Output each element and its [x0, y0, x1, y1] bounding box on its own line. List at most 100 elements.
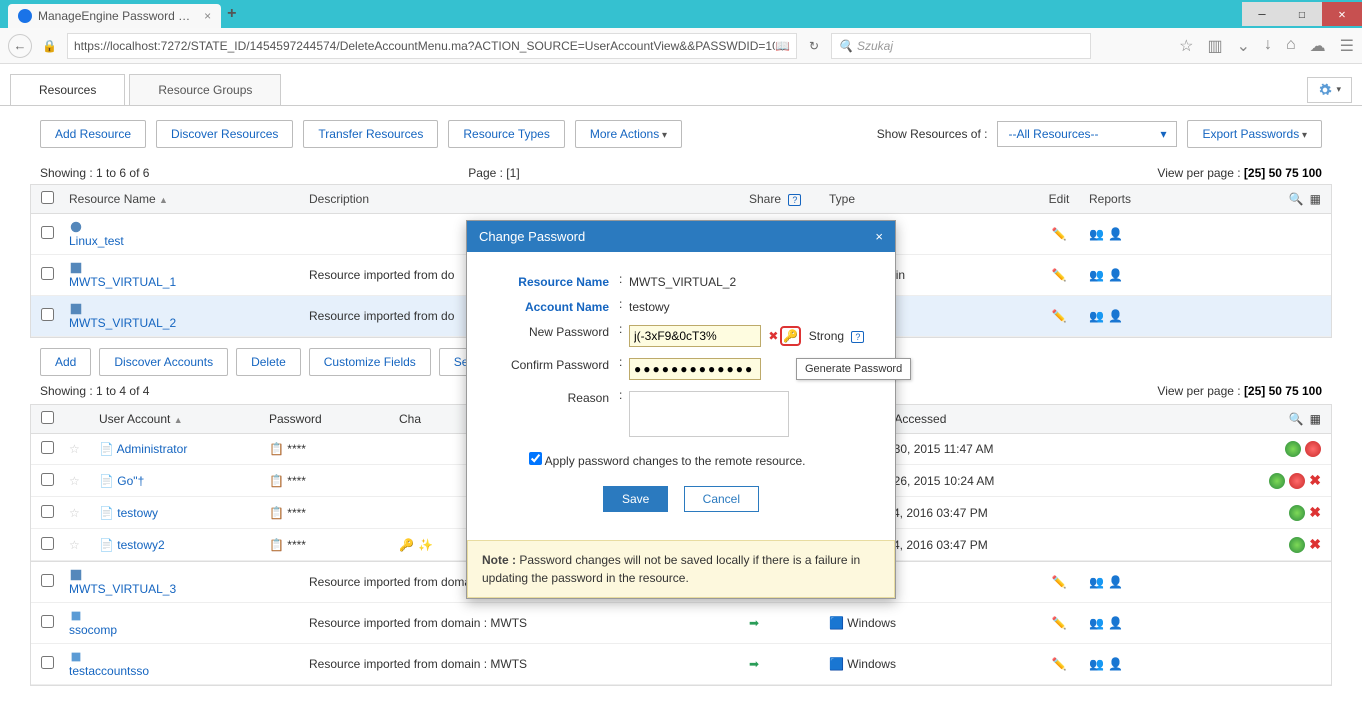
- discover-resources-button[interactable]: Discover Resources: [156, 120, 293, 148]
- col-edit[interactable]: Edit: [1029, 192, 1089, 206]
- save-button[interactable]: Save: [603, 486, 668, 512]
- modal-close-icon[interactable]: ×: [875, 229, 883, 244]
- new-password-input[interactable]: [629, 325, 761, 347]
- edit-icon[interactable]: ✏️: [1052, 268, 1067, 282]
- reason-textarea[interactable]: [629, 391, 789, 437]
- chat-icon[interactable]: ☁: [1310, 36, 1326, 56]
- resource-link[interactable]: MWTS_VIRTUAL_3: [69, 582, 176, 596]
- new-tab-button[interactable]: +: [227, 5, 236, 23]
- report-user-icon[interactable]: 👤: [1108, 575, 1123, 589]
- copy-icon[interactable]: 📋: [269, 442, 284, 456]
- report-user-icon[interactable]: 👤: [1108, 616, 1123, 630]
- col-last-accessed[interactable]: Last Accessed: [869, 412, 1099, 426]
- confirm-password-input[interactable]: [629, 358, 761, 380]
- edit-icon[interactable]: ✏️: [1052, 227, 1067, 241]
- home-icon[interactable]: ⌂: [1286, 36, 1296, 56]
- add-button[interactable]: Add: [40, 348, 91, 376]
- download-icon[interactable]: ↓: [1264, 36, 1272, 56]
- back-button[interactable]: ←: [8, 34, 32, 58]
- window-close-button[interactable]: ✕: [1322, 2, 1362, 26]
- table-row[interactable]: testaccountsso Resource imported from do…: [31, 644, 1331, 685]
- tab-resources[interactable]: Resources: [10, 74, 125, 105]
- select-all-checkbox[interactable]: [41, 191, 54, 204]
- more-actions-button[interactable]: More Actions: [575, 120, 682, 148]
- tab-close-icon[interactable]: ×: [204, 9, 211, 23]
- share-icon[interactable]: ➡: [749, 616, 759, 630]
- report-user-icon[interactable]: 👤: [1108, 227, 1123, 241]
- report-user-icon[interactable]: 👤: [1108, 657, 1123, 671]
- copy-icon[interactable]: 📋: [269, 506, 284, 520]
- col-user-account[interactable]: User Account: [99, 412, 170, 426]
- row-checkbox[interactable]: [41, 226, 54, 239]
- col-password[interactable]: Password: [269, 412, 399, 426]
- edit-icon[interactable]: ✏️: [1052, 657, 1067, 671]
- report-users-icon[interactable]: 👥: [1089, 268, 1104, 282]
- col-type[interactable]: Type: [829, 192, 1029, 206]
- transfer-resources-button[interactable]: Transfer Resources: [303, 120, 438, 148]
- wand-icon[interactable]: ✨: [418, 538, 433, 552]
- resource-link[interactable]: testaccountsso: [69, 664, 149, 678]
- row-checkbox[interactable]: [41, 615, 54, 628]
- resource-types-button[interactable]: Resource Types: [448, 120, 565, 148]
- copy-icon[interactable]: 📋: [269, 474, 284, 488]
- share-icon[interactable]: ➡: [749, 657, 759, 671]
- edit-icon[interactable]: ✏️: [1052, 575, 1067, 589]
- resource-link[interactable]: Linux_test: [69, 234, 124, 248]
- table-row[interactable]: ssocomp Resource imported from domain : …: [31, 603, 1331, 644]
- delete-button[interactable]: Delete: [236, 348, 301, 376]
- pocket-icon[interactable]: ⌄: [1237, 36, 1250, 56]
- row-checkbox[interactable]: [41, 574, 54, 587]
- account-link[interactable]: Administrator: [117, 442, 188, 456]
- apply-remote-checkbox[interactable]: [529, 452, 542, 465]
- copy-icon[interactable]: 📋: [269, 538, 284, 552]
- settings-button[interactable]: ▾: [1307, 77, 1352, 103]
- favorite-icon[interactable]: ☆: [69, 538, 80, 552]
- browser-tab[interactable]: ManageEngine Password … ×: [8, 4, 221, 28]
- search-icon[interactable]: 🔍: [1289, 412, 1304, 426]
- favorite-icon[interactable]: ☆: [69, 506, 80, 520]
- account-link[interactable]: Go"†: [117, 474, 144, 488]
- col-share[interactable]: Share ?: [749, 192, 829, 206]
- report-users-icon[interactable]: 👥: [1089, 227, 1104, 241]
- menu-icon[interactable]: ☰: [1340, 36, 1354, 56]
- report-users-icon[interactable]: 👥: [1089, 657, 1104, 671]
- resource-link[interactable]: MWTS_VIRTUAL_1: [69, 275, 176, 289]
- url-field[interactable]: https://localhost:7272/STATE_ID/14545972…: [67, 33, 797, 59]
- row-checkbox[interactable]: [41, 505, 54, 518]
- favorite-icon[interactable]: ☆: [69, 442, 80, 456]
- row-checkbox[interactable]: [41, 537, 54, 550]
- help-icon[interactable]: ?: [788, 194, 801, 206]
- help-icon[interactable]: ?: [851, 331, 864, 343]
- cancel-button[interactable]: Cancel: [684, 486, 759, 512]
- per-page-options[interactable]: View per page : [25] 50 75 100: [1157, 384, 1322, 398]
- edit-icon[interactable]: ✏️: [1052, 309, 1067, 323]
- generate-password-button[interactable]: 🔑: [780, 326, 801, 346]
- search-field[interactable]: 🔍 Szukaj: [831, 33, 1091, 59]
- report-user-icon[interactable]: 👤: [1108, 309, 1123, 323]
- resource-link[interactable]: ssocomp: [69, 623, 117, 637]
- report-users-icon[interactable]: 👥: [1089, 575, 1104, 589]
- select-all-checkbox[interactable]: [41, 411, 54, 424]
- export-passwords-button[interactable]: Export Passwords: [1187, 120, 1322, 148]
- account-link[interactable]: testowy: [117, 506, 158, 520]
- report-users-icon[interactable]: 👥: [1089, 309, 1104, 323]
- col-resource-name[interactable]: Resource Name: [69, 192, 156, 206]
- col-reports[interactable]: Reports: [1089, 192, 1229, 206]
- key-icon[interactable]: 🔑: [399, 538, 414, 552]
- search-icon[interactable]: 🔍: [1289, 192, 1304, 206]
- bookmark-icon[interactable]: ☆: [1179, 36, 1193, 56]
- add-resource-button[interactable]: Add Resource: [40, 120, 146, 148]
- col-description[interactable]: Description: [309, 192, 749, 206]
- tab-resource-groups[interactable]: Resource Groups: [129, 74, 281, 105]
- row-checkbox[interactable]: [41, 267, 54, 280]
- discover-accounts-button[interactable]: Discover Accounts: [99, 348, 228, 376]
- report-user-icon[interactable]: 👤: [1108, 268, 1123, 282]
- resources-select[interactable]: --All Resources-- ▾: [997, 121, 1177, 147]
- reload-button[interactable]: ↻: [809, 39, 819, 53]
- clear-icon[interactable]: ✖: [768, 329, 778, 343]
- customize-fields-button[interactable]: Customize Fields: [309, 348, 431, 376]
- window-maximize-button[interactable]: ☐: [1282, 2, 1322, 26]
- account-link[interactable]: testowy2: [117, 538, 164, 552]
- reader-icon[interactable]: 📖: [775, 39, 790, 53]
- columns-icon[interactable]: ▦: [1310, 192, 1321, 206]
